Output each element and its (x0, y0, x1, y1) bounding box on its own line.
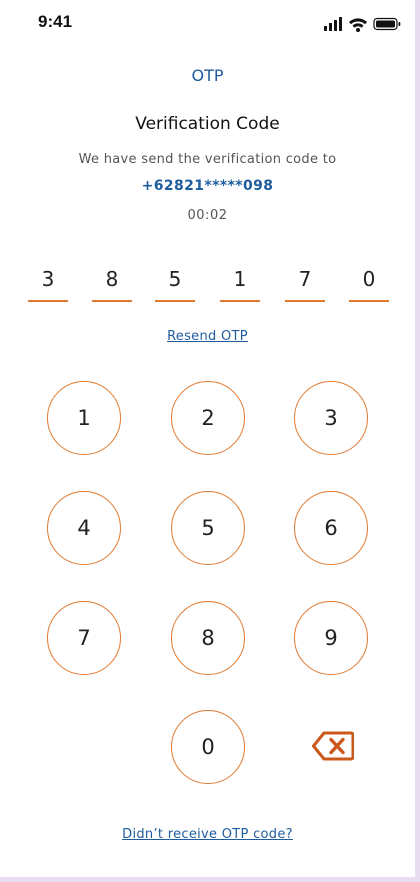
otp-digit-4[interactable]: 1 (220, 264, 260, 302)
backspace-icon[interactable] (312, 731, 354, 761)
didnt-receive-otp-link[interactable]: Didn’t receive OTP code? (0, 827, 415, 842)
status-icons (324, 17, 401, 32)
otp-digit-5[interactable]: 7 (285, 264, 325, 302)
keypad-key-7[interactable]: 7 (47, 601, 121, 675)
otp-digit-1[interactable]: 3 (28, 264, 68, 302)
keypad-key-3[interactable]: 3 (294, 381, 368, 455)
keypad-key-6[interactable]: 6 (294, 491, 368, 565)
keypad-key-0[interactable]: 0 (171, 710, 245, 784)
otp-digit-6[interactable]: 0 (349, 264, 389, 302)
keypad-key-4[interactable]: 4 (47, 491, 121, 565)
resend-otp-link[interactable]: Resend OTP (0, 329, 415, 344)
keypad-key-5[interactable]: 5 (171, 491, 245, 565)
otp-screen: 9:41 OTP Verification Code We have send … (0, 0, 415, 877)
battery-icon (373, 17, 401, 31)
status-time: 9:41 (38, 12, 73, 31)
phone-number: +62821*****098 (141, 178, 274, 194)
otp-digit-2[interactable]: 8 (92, 264, 132, 302)
wifi-icon (349, 18, 367, 32)
keypad-key-1[interactable]: 1 (47, 381, 121, 455)
keypad-key-8[interactable]: 8 (171, 601, 245, 675)
keypad-key-2[interactable]: 2 (171, 381, 245, 455)
countdown-timer: 00:02 (187, 208, 228, 223)
verification-heading: Verification Code (135, 114, 280, 134)
verification-description: We have send the verification code to (78, 152, 337, 167)
signal-icon (324, 17, 342, 31)
keypad-key-9[interactable]: 9 (294, 601, 368, 675)
otp-digit-3[interactable]: 5 (155, 264, 195, 302)
page-title: OTP (191, 66, 224, 85)
